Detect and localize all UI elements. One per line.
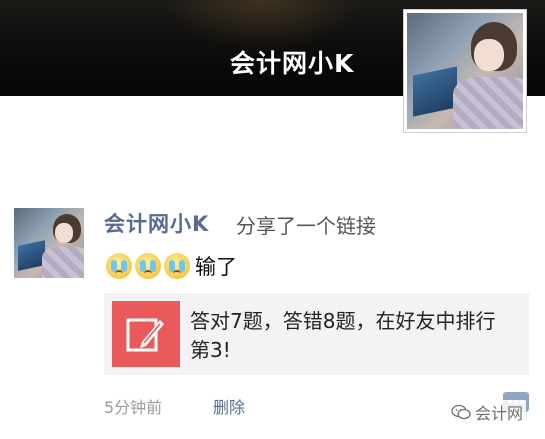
crying-face-icon <box>164 253 190 279</box>
avatar-photo <box>407 13 523 129</box>
delete-button[interactable]: 删除 <box>213 394 245 418</box>
post-avatar-photo <box>14 208 84 278</box>
crying-face-icon <box>106 253 132 279</box>
wechat-icon <box>451 404 471 420</box>
post-content: 输了 <box>106 250 237 282</box>
post-author-avatar[interactable] <box>14 208 84 278</box>
link-title: 答对7题，答错8题，在好友中排行第3! <box>190 309 496 362</box>
watermark-text: 会计网 <box>475 404 524 423</box>
post-author-name[interactable]: 会计网小K <box>104 208 209 238</box>
cover-username: 会计网小K <box>230 49 355 78</box>
link-thumbnail <box>112 301 180 367</box>
post-timestamp: 5分钟前 <box>104 398 163 417</box>
profile-avatar[interactable] <box>403 9 527 133</box>
post-text: 输了 <box>195 255 237 279</box>
post-action-text: 分享了一个链接 <box>236 214 376 238</box>
shared-link-card[interactable]: 答对7题，答错8题，在好友中排行第3! <box>104 293 529 375</box>
watermark: 会计网 <box>448 400 527 424</box>
pen-icon <box>126 318 164 352</box>
crying-face-icon <box>135 253 161 279</box>
